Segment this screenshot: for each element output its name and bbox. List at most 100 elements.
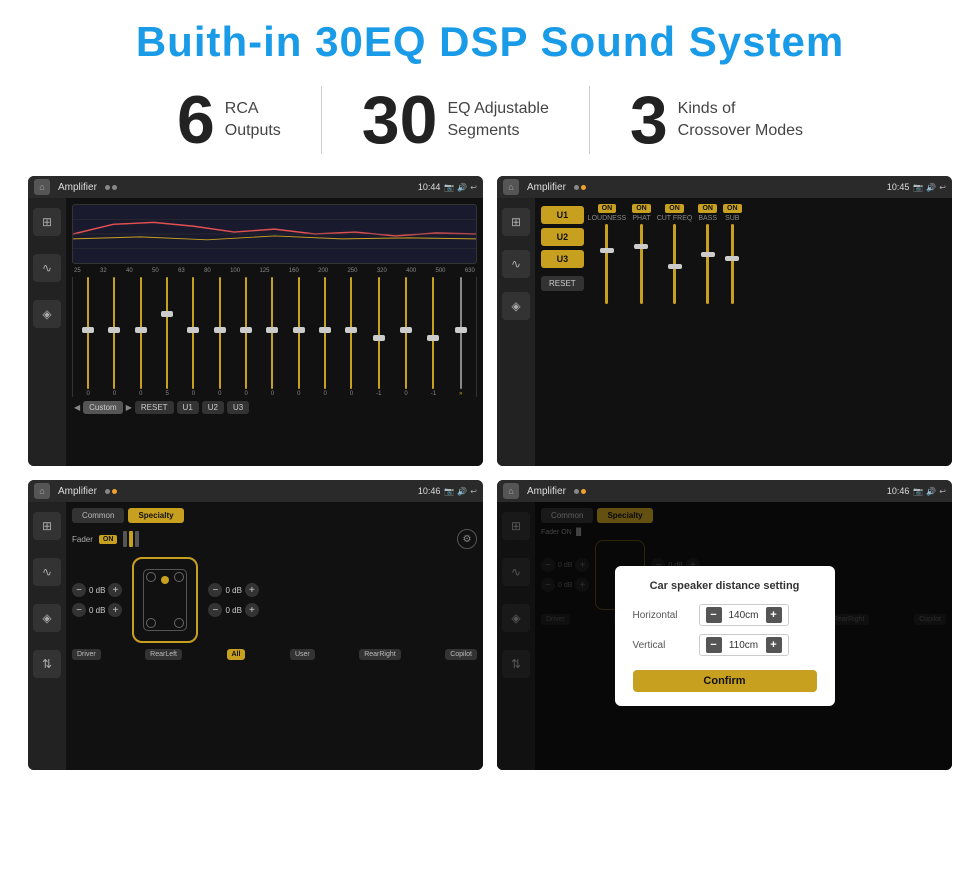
stat-rca-number: 6	[177, 86, 215, 154]
common-speaker-icon[interactable]: ◈	[33, 604, 61, 632]
common-screen: ⌂ Amplifier 10:46 📷 🔊 ↩ ⊞ ∿ ◈ ⇅	[28, 480, 483, 770]
common-home-icon[interactable]: ⌂	[34, 483, 50, 499]
eq-slider-11[interactable]: 0	[350, 277, 353, 397]
cross-reset-btn[interactable]: RESET	[541, 276, 584, 291]
eq-slider-14[interactable]: -1	[431, 277, 436, 397]
common-camera-icon: 📷	[444, 487, 454, 496]
right-top-value: 0 dB	[225, 586, 241, 595]
btn-rearleft[interactable]: RearLeft	[145, 649, 182, 660]
right-top-db: − 0 dB +	[208, 583, 258, 597]
common-main: Common Specialty Fader ON ⚙	[66, 502, 483, 770]
vertical-value: 110cm	[726, 640, 762, 651]
eq-u1-btn[interactable]: U1	[177, 401, 199, 414]
dist-back-icon[interactable]: ↩	[939, 487, 946, 496]
cross-u3-btn[interactable]: U3	[541, 250, 584, 268]
btn-driver[interactable]: Driver	[72, 649, 101, 660]
left-bot-minus[interactable]: −	[72, 603, 86, 617]
btn-rearright[interactable]: RearRight	[359, 649, 401, 660]
eq-slider-3[interactable]: 0	[139, 277, 142, 397]
horizontal-plus[interactable]: +	[766, 607, 782, 623]
cross-volume-icon: 🔊	[926, 183, 936, 192]
left-top-plus[interactable]: +	[108, 583, 122, 597]
cross-loudness-on[interactable]: ON	[598, 204, 617, 213]
eq-prev-arrow[interactable]: ◀	[74, 403, 80, 412]
vertical-plus[interactable]: +	[766, 637, 782, 653]
common-eq-icon[interactable]: ⇅	[33, 650, 61, 678]
btn-copilot[interactable]: Copilot	[445, 649, 477, 660]
eq-slider-4[interactable]: 5	[165, 277, 168, 397]
dist-volume-icon: 🔊	[926, 487, 936, 496]
eq-u3-btn[interactable]: U3	[227, 401, 249, 414]
horizontal-label: Horizontal	[633, 610, 693, 621]
right-top-plus[interactable]: +	[245, 583, 259, 597]
eq-play-arrow[interactable]: ▶	[126, 403, 132, 412]
eq-reset-btn[interactable]: RESET	[135, 401, 174, 414]
fader-on-badge[interactable]: ON	[99, 535, 118, 544]
right-bot-minus[interactable]: −	[208, 603, 222, 617]
left-bot-plus[interactable]: +	[108, 603, 122, 617]
eq-slider-6[interactable]: 0	[218, 277, 221, 397]
left-top-minus[interactable]: −	[72, 583, 86, 597]
btn-all[interactable]: All	[227, 649, 246, 660]
eq-slider-12[interactable]: -1	[376, 277, 381, 397]
back-icon[interactable]: ↩	[470, 183, 477, 192]
eq-custom-btn[interactable]: Custom	[83, 401, 123, 414]
common-title: Amplifier	[58, 486, 97, 497]
confirm-button[interactable]: Confirm	[633, 670, 817, 692]
btn-user[interactable]: User	[290, 649, 315, 660]
common-status-dots	[105, 489, 117, 494]
eq-wave-icon[interactable]: ∿	[33, 254, 61, 282]
cross-sub: ON SUB	[723, 204, 742, 460]
eq-u2-btn[interactable]: U2	[202, 401, 224, 414]
right-bot-plus[interactable]: +	[245, 603, 259, 617]
cross-u2-btn[interactable]: U2	[541, 228, 584, 246]
eq-tune-icon[interactable]: ⊞	[33, 208, 61, 236]
horizontal-control: − 140cm +	[699, 604, 789, 626]
right-db-controls: − 0 dB + − 0 dB +	[208, 583, 258, 617]
eq-slider-9[interactable]: 0	[297, 277, 300, 397]
cross-wave-icon[interactable]: ∿	[502, 250, 530, 278]
vertical-control: − 110cm +	[699, 634, 789, 656]
stat-crossover: 3 Kinds of Crossover Modes	[590, 86, 843, 154]
common-wave-icon[interactable]: ∿	[33, 558, 61, 586]
fader-s1[interactable]	[123, 531, 127, 547]
eq-slider-5[interactable]: 0	[192, 277, 195, 397]
fader-s3[interactable]	[135, 531, 139, 547]
eq-slider-13[interactable]: 0	[404, 277, 407, 397]
eq-slider-8[interactable]: 0	[271, 277, 274, 397]
common-volume-icon: 🔊	[457, 487, 467, 496]
tab-specialty[interactable]: Specialty	[128, 508, 183, 523]
eq-slider-1[interactable]: 0	[86, 277, 89, 397]
cross-u1-btn[interactable]: U1	[541, 206, 584, 224]
fader-row: Fader ON ⚙	[72, 529, 477, 549]
common-back-icon[interactable]: ↩	[470, 487, 477, 496]
cross-phat-on[interactable]: ON	[632, 204, 651, 213]
cross-cutfreq-on[interactable]: ON	[665, 204, 684, 213]
cross-speaker-icon[interactable]: ◈	[502, 292, 530, 320]
home-icon[interactable]: ⌂	[34, 179, 50, 195]
cross-back-icon[interactable]: ↩	[939, 183, 946, 192]
eq-slider-7[interactable]: 0	[244, 277, 247, 397]
fader-s2[interactable]	[129, 531, 133, 547]
horizontal-minus[interactable]: −	[706, 607, 722, 623]
eq-slider-2[interactable]: 0	[113, 277, 116, 397]
cross-bass-label: BASS	[698, 215, 717, 222]
common-tune-icon[interactable]: ⊞	[33, 512, 61, 540]
cross-home-icon[interactable]: ⌂	[503, 179, 519, 195]
stat-rca-line2: Outputs	[225, 120, 281, 142]
right-top-minus[interactable]: −	[208, 583, 222, 597]
eq-speaker-icon[interactable]: ◈	[33, 300, 61, 328]
cross-bass-on[interactable]: ON	[698, 204, 717, 213]
dist-home-icon[interactable]: ⌂	[503, 483, 519, 499]
tab-common[interactable]: Common	[72, 508, 124, 523]
common-tabs: Common Specialty	[72, 508, 477, 523]
cross-sub-on[interactable]: ON	[723, 204, 742, 213]
cross-phat: ON PHAT	[632, 204, 651, 460]
cross-loudness-label: LOUDNESS	[588, 215, 627, 222]
settings-icon[interactable]: ⚙	[457, 529, 477, 549]
vertical-minus[interactable]: −	[706, 637, 722, 653]
cross-tune-icon[interactable]: ⊞	[502, 208, 530, 236]
dist-time: 10:46	[887, 486, 910, 496]
eq-slider-15[interactable]: »	[459, 277, 462, 397]
eq-slider-10[interactable]: 0	[323, 277, 326, 397]
